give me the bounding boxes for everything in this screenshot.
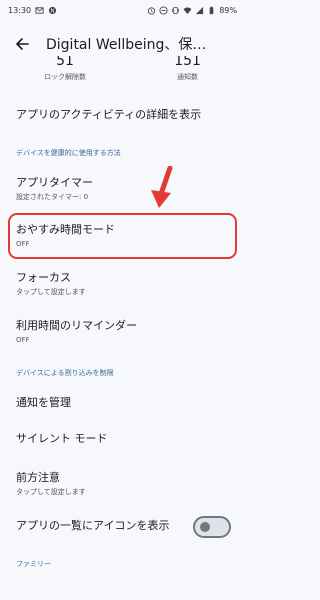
manage-notifications-item[interactable]: 通知を管理 — [16, 396, 231, 410]
usage-stats: 51 ロック解除数 151 通知数 — [0, 56, 245, 92]
page-title: Digital Wellbeing、保護者による使用制限 — [46, 37, 216, 53]
manage-notifications-title: 通知を管理 — [16, 396, 71, 409]
section-header-family: ファミリー — [16, 560, 51, 568]
battery-percent: 89% — [219, 5, 237, 15]
show-icon-item[interactable]: アプリの一覧にアイコンを表示 — [16, 519, 186, 533]
focus-title: フォーカス — [16, 271, 71, 284]
stat-unlocks-value: 51 — [56, 56, 74, 69]
focus-subtitle: タップして設定します — [16, 288, 86, 296]
section-header-interruptions: デバイスによる割り込みを制限 — [16, 369, 114, 377]
silent-mode-title: サイレント モード — [16, 432, 108, 445]
alarm-icon — [147, 6, 156, 15]
vibrate-icon — [171, 6, 180, 15]
wifi-icon — [183, 6, 192, 15]
stat-unlocks[interactable]: 51 ロック解除数 — [44, 56, 86, 92]
heads-up-title: 前方注意 — [16, 471, 60, 484]
toggle-knob — [200, 522, 210, 532]
silent-mode-item[interactable]: サイレント モード — [16, 432, 231, 446]
notification-badge-icon: N — [48, 6, 57, 15]
usage-reminder-subtitle: OFF — [16, 336, 30, 344]
status-right: 89% — [147, 6, 237, 15]
stat-notifications-value: 151 — [174, 56, 201, 69]
heads-up-item[interactable]: 前方注意 タップして設定します — [16, 471, 231, 497]
signal-icon — [195, 6, 204, 15]
activity-details-title: アプリのアクティビティの詳細を表示 — [16, 108, 202, 121]
stat-unlocks-label: ロック解除数 — [44, 73, 87, 81]
app-timer-subtitle: 設定されたタイマー: 0 — [16, 193, 89, 201]
focus-item[interactable]: フォーカス タップして設定します — [16, 271, 231, 297]
svg-text:N: N — [51, 8, 55, 14]
battery-icon — [207, 6, 216, 15]
status-bar: 13:30 N 89% — [0, 0, 245, 20]
stat-notifications[interactable]: 151 通知数 — [174, 56, 201, 92]
highlight-outline — [8, 213, 237, 259]
app-timer-title: アプリタイマー — [16, 176, 93, 189]
usage-reminder-item[interactable]: 利用時間のリマインダー OFF — [16, 319, 231, 345]
stat-notifications-label: 通知数 — [177, 73, 199, 81]
status-left: 13:30 N — [8, 6, 57, 15]
show-icon-title: アプリの一覧にアイコンを表示 — [16, 519, 170, 532]
annotation-arrow-icon — [151, 166, 173, 208]
app-timer-item[interactable]: アプリタイマー 設定されたタイマー: 0 — [16, 176, 231, 202]
arrow-back-icon — [16, 38, 29, 50]
status-time: 13:30 — [8, 5, 32, 15]
usage-reminder-title: 利用時間のリマインダー — [16, 319, 137, 332]
section-header-healthy-use: デバイスを健康的に使用する方法 — [16, 149, 121, 157]
activity-details-item[interactable]: アプリのアクティビティの詳細を表示 — [16, 108, 231, 122]
heads-up-subtitle: タップして設定します — [16, 488, 86, 496]
do-not-disturb-icon — [159, 5, 168, 15]
show-icon-toggle[interactable] — [193, 516, 231, 538]
gmail-icon — [35, 6, 44, 15]
